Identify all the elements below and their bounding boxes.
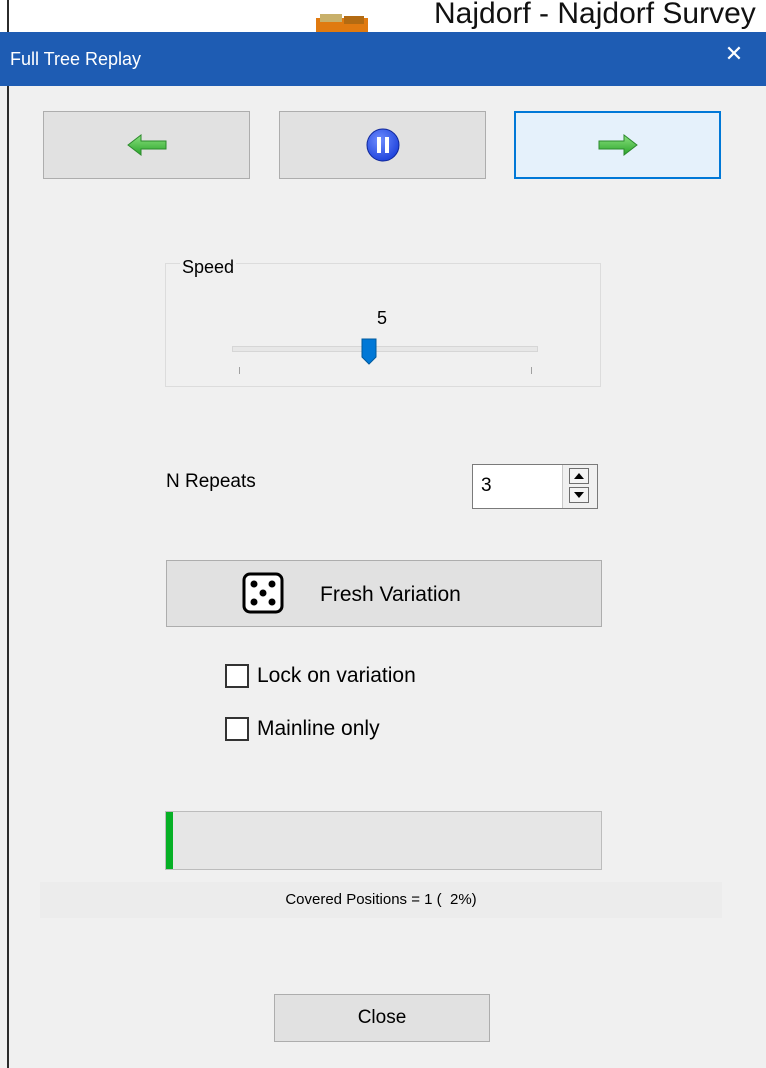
left-arrow-icon [126,134,166,156]
previous-button[interactable] [43,111,250,179]
repeats-spinner[interactable]: 3 [472,464,598,509]
coverage-progress-bar [165,811,602,870]
dialog-edge [7,32,9,1068]
slider-tick-min [239,367,240,374]
background-window-strip: Najdorf - Najdorf Survey [0,0,766,32]
pause-icon [366,128,399,162]
spinner-down-button[interactable] [569,487,589,503]
close-button[interactable]: Close [274,994,490,1042]
slider-tick-max [531,367,532,374]
lock-on-variation-label: Lock on variation [257,664,416,687]
covered-positions-text: Covered Positions = 1 ( 2%) [285,891,477,908]
spinner-up-button[interactable] [569,468,589,484]
speed-label: Speed [180,255,237,279]
right-arrow-icon [598,134,638,156]
speed-slider-track[interactable] [232,346,538,352]
next-button[interactable] [514,111,721,179]
background-window-edge [7,0,9,32]
speed-slider-thumb[interactable] [361,338,377,365]
spinner-buttons [562,465,597,508]
repeats-input[interactable]: 3 [481,474,492,498]
mainline-only-box[interactable] [225,717,249,741]
repeats-label: N Repeats [166,471,256,492]
dialog-title: Full Tree Replay [10,49,142,69]
speed-value: 5 [376,308,387,328]
lock-on-variation-box[interactable] [225,664,249,688]
status-band: Covered Positions = 1 ( 2%) [40,882,722,918]
fresh-variation-label: Fresh Variation [320,583,461,606]
book-stack-icon [316,14,368,32]
full-tree-replay-dialog: Full Tree Replay ✕ Speed 5 N Repeats 3 F… [0,32,766,1068]
fresh-variation-button[interactable]: Fresh Variation [166,560,602,627]
close-icon[interactable]: ✕ [718,38,750,70]
triangle-up-icon [574,473,584,479]
background-window-title: Najdorf - Najdorf Survey [434,0,756,30]
coverage-progress-fill [166,812,173,869]
pause-button[interactable] [279,111,486,179]
triangle-down-icon [574,492,584,498]
dialog-titlebar[interactable]: Full Tree Replay ✕ [0,32,766,86]
mainline-only-label: Mainline only [257,717,380,740]
dice-icon [242,572,284,614]
